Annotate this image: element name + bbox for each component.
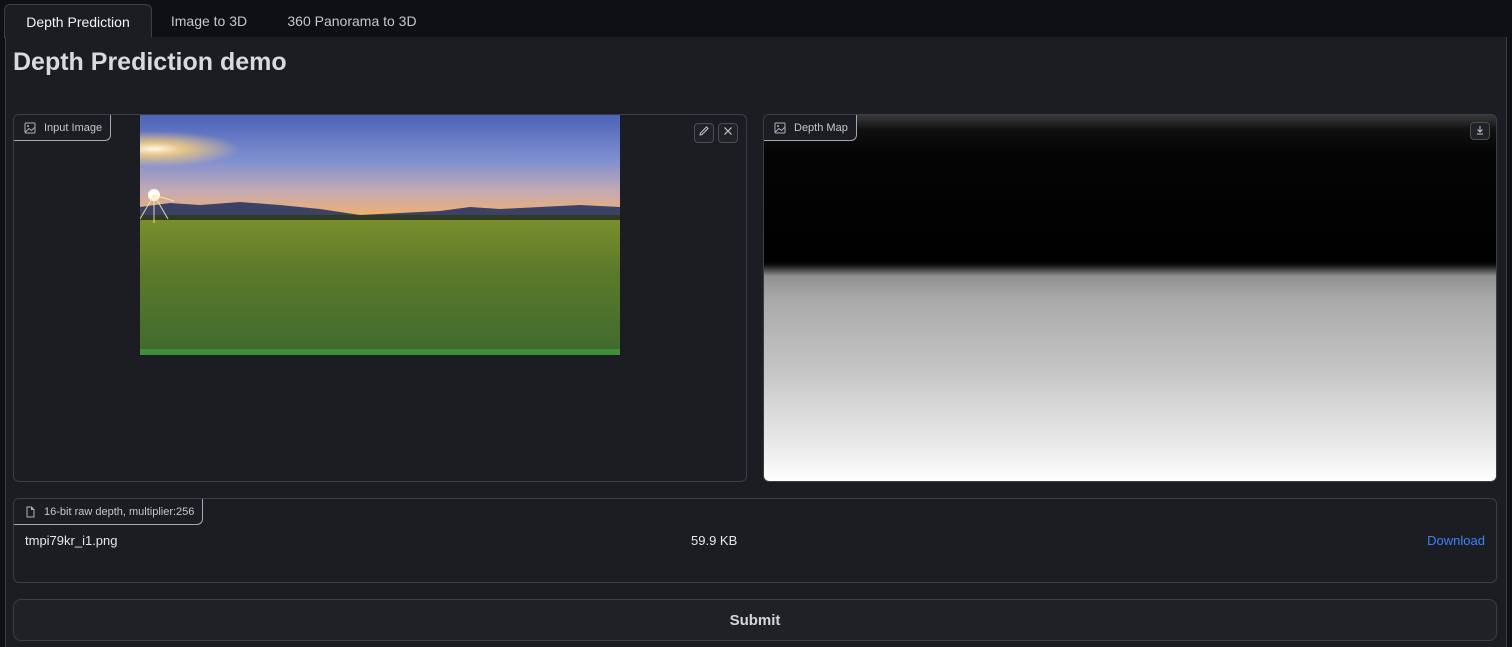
file-output-label-chip: 16-bit raw depth, multiplier:256: [14, 499, 204, 525]
page-title: Depth Prediction demo: [13, 48, 287, 76]
download-link[interactable]: Download: [1427, 533, 1485, 548]
file-size: 59.9 KB: [691, 533, 738, 548]
file-output-label: 16-bit raw depth, multiplier:256: [44, 505, 195, 518]
depth-map-image: [764, 115, 1496, 481]
depth-map-label-chip: Depth Map: [764, 115, 857, 141]
close-icon: [722, 124, 734, 142]
clear-button[interactable]: [718, 123, 738, 143]
input-image-preview: [140, 115, 620, 355]
edit-button[interactable]: [694, 123, 714, 143]
download-depth-button[interactable]: [1470, 122, 1490, 140]
tab-bar: Depth Prediction Image to 3D 360 Panoram…: [0, 0, 1512, 38]
depth-map-label: Depth Map: [794, 121, 848, 134]
image-icon: [774, 122, 786, 134]
input-image-label: Input Image: [44, 121, 103, 134]
tab-depth-prediction[interactable]: Depth Prediction: [4, 4, 152, 38]
tab-360-panorama-to-3d[interactable]: 360 Panorama to 3D: [270, 4, 434, 38]
tab-image-to-3d[interactable]: Image to 3D: [155, 4, 263, 38]
depth-map-box: Depth Map: [763, 114, 1497, 482]
download-icon: [1475, 122, 1485, 140]
file-name: tmpi79kr_i1.png: [25, 533, 118, 548]
input-image-box[interactable]: Input Image: [13, 114, 747, 482]
file-icon: [24, 506, 36, 518]
submit-button[interactable]: Submit: [13, 599, 1497, 641]
input-image-label-chip: Input Image: [14, 115, 112, 141]
file-output-box: 16-bit raw depth, multiplier:256 tmpi79k…: [13, 498, 1497, 583]
image-icon: [24, 122, 36, 134]
app-root: Depth Prediction Image to 3D 360 Panoram…: [0, 0, 1512, 647]
edit-icon: [698, 124, 710, 142]
